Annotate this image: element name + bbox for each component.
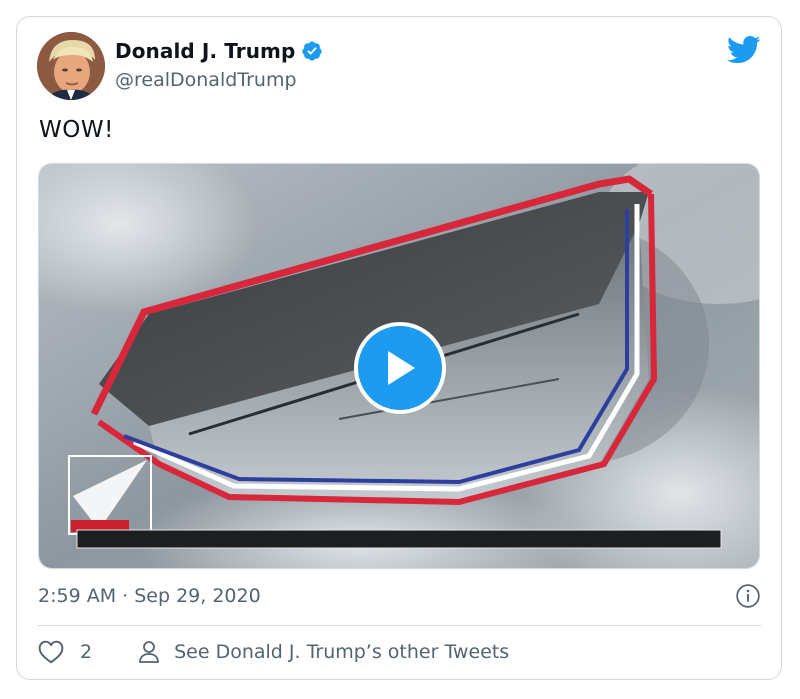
avatar[interactable] bbox=[37, 32, 105, 100]
video-player[interactable] bbox=[38, 163, 760, 569]
other-tweets-link[interactable]: See Donald J. Trump’s other Tweets bbox=[138, 640, 509, 664]
tweet-timestamp[interactable]: 2:59 AM · Sep 29, 2020 bbox=[38, 585, 261, 607]
divider bbox=[38, 625, 761, 626]
heart-icon bbox=[38, 640, 64, 664]
avatar-image bbox=[37, 32, 105, 100]
author-name[interactable]: Donald J. Trump bbox=[115, 39, 295, 63]
like-count: 2 bbox=[80, 641, 93, 663]
author-handle[interactable]: @realDonaldTrump bbox=[115, 69, 297, 91]
play-button[interactable] bbox=[354, 322, 446, 414]
other-tweets-label: See Donald J. Trump’s other Tweets bbox=[174, 641, 510, 663]
info-icon[interactable] bbox=[735, 583, 761, 609]
verified-badge-icon bbox=[302, 41, 323, 61]
play-icon bbox=[388, 351, 415, 385]
author-name-row[interactable]: Donald J. Trump bbox=[115, 39, 323, 63]
tweet-card: Donald J. Trump @realDonaldTrump WOW! 2:… bbox=[16, 16, 782, 680]
twitter-bird-icon[interactable] bbox=[727, 35, 761, 65]
person-icon bbox=[139, 641, 159, 663]
tweet-text: WOW! bbox=[39, 117, 114, 143]
tweet-meta: 2:59 AM · Sep 29, 2020 bbox=[38, 583, 761, 609]
tweet-actions: 2 See Donald J. Trump’s other Tweets bbox=[38, 637, 509, 667]
like-button[interactable]: 2 bbox=[38, 640, 92, 664]
